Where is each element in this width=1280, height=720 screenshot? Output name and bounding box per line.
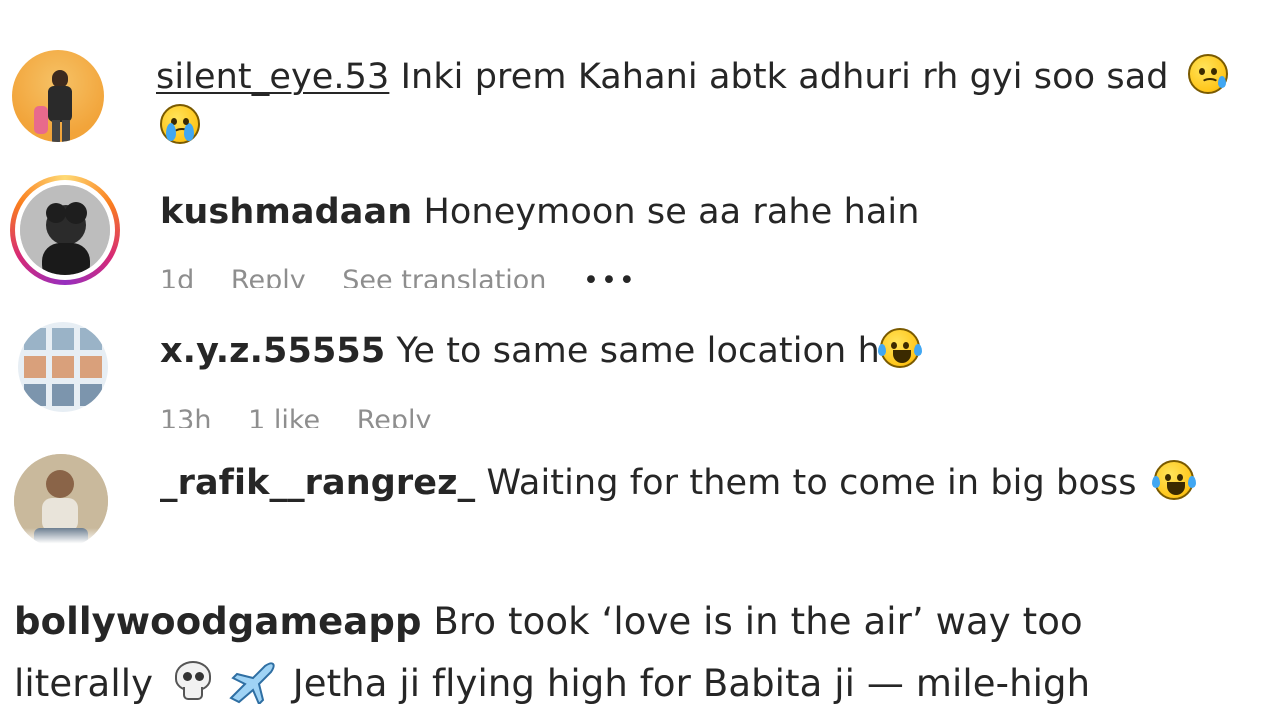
cropped-edge [0, 528, 1280, 550]
comment-age: 1d [160, 266, 195, 288]
caption-line-2: literally Jetha ji flying high for Babit… [14, 660, 1090, 706]
comment-line: silent_eye.53 Inki prem Kahani abtk adhu… [156, 54, 1228, 99]
comment-line: kushmadaan Honeymoon se aa rahe hain [160, 190, 920, 234]
comment-age: 13h [160, 406, 212, 428]
caption-text: literally [14, 662, 154, 705]
comment-meta: 1d Reply See translation ••• [160, 266, 665, 288]
reply-button[interactable]: Reply [231, 266, 306, 288]
airplane-icon [229, 662, 275, 704]
tears-of-joy-icon [877, 328, 922, 368]
avatar[interactable] [20, 185, 110, 275]
comment-line: x.y.z.55555 Ye to same same location h [160, 328, 922, 373]
see-translation-button[interactable]: See translation [342, 266, 546, 288]
comment-line: _rafik__rangrez_ Waiting for them to com… [160, 460, 1196, 505]
username-link[interactable]: silent_eye.53 [156, 57, 389, 97]
username-link[interactable]: x.y.z.55555 [160, 331, 385, 371]
comment-text: Ye to same same location h [396, 331, 880, 371]
comment-text: Waiting for them to come in big boss [486, 463, 1137, 503]
caption-text: Jetha ji flying high for Babita ji — mil… [292, 662, 1091, 705]
comment-meta: 13h 1 like Reply [160, 406, 460, 428]
username-link[interactable]: kushmadaan [160, 192, 412, 232]
skull-icon [173, 661, 213, 703]
crying-face-icon [1187, 54, 1228, 94]
tears-of-joy-icon [1151, 460, 1196, 500]
more-options-button[interactable]: ••• [583, 266, 637, 288]
caption-text: Bro took ‘love is in the air’ way too [433, 600, 1083, 643]
username-link[interactable]: _rafik__rangrez_ [160, 463, 475, 503]
loudly-crying-face-icon [160, 104, 200, 144]
comment-line-2 [160, 104, 200, 149]
reply-button[interactable]: Reply [357, 406, 432, 428]
like-count[interactable]: 1 like [248, 406, 320, 428]
username-link[interactable]: bollywoodgameapp [14, 600, 422, 643]
avatar[interactable] [12, 50, 104, 142]
caption-line-1: bollywoodgameapp Bro took ‘love is in th… [14, 600, 1083, 644]
comment-text: Inki prem Kahani abtk adhuri rh gyi soo … [400, 57, 1169, 97]
avatar[interactable] [18, 322, 108, 412]
comment-text: Honeymoon se aa rahe hain [423, 192, 920, 232]
